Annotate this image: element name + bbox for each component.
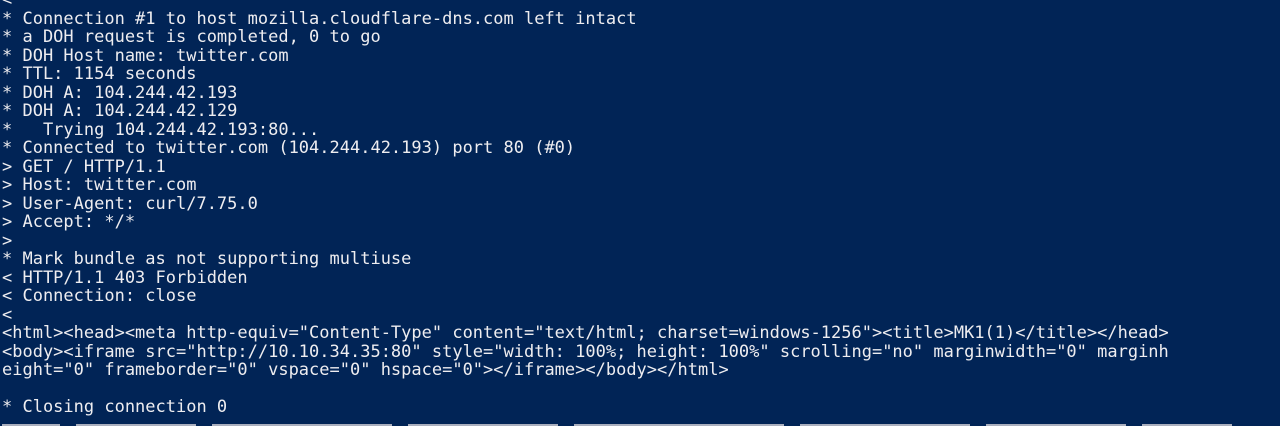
terminal-line: * DOH A: 104.244.42.129 xyxy=(2,102,238,121)
terminal-line: * a DOH request is completed, 0 to go xyxy=(2,28,381,47)
terminal-line: <html><head><meta http-equiv="Content-Ty… xyxy=(2,324,1169,343)
terminal-line: < HTTP/1.1 403 Forbidden xyxy=(2,268,248,287)
terminal-line: <body><iframe src="http://10.10.34.35:80… xyxy=(2,342,1169,361)
terminal-line: > Accept: */* xyxy=(2,213,136,232)
terminal-line: * DOH Host name: twitter.com xyxy=(2,46,289,65)
terminal-line: * Connected to twitter.com (104.244.42.1… xyxy=(2,139,576,158)
terminal-line: > User-Agent: curl/7.75.0 xyxy=(2,194,258,213)
terminal-line: eight="0" frameborder="0" vspace="0" hsp… xyxy=(2,361,729,380)
terminal-line: * DOH A: 104.244.42.193 xyxy=(2,83,238,102)
terminal-line: < Connection: close xyxy=(2,287,197,306)
terminal-line: * Closing connection 0 xyxy=(2,398,228,417)
terminal-output: < * Connection #1 to host mozilla.cloudf… xyxy=(2,0,1278,417)
terminal-line: * Trying 104.244.42.193:80... xyxy=(2,120,320,139)
terminal-line: > GET / HTTP/1.1 xyxy=(2,157,166,176)
terminal-line: > xyxy=(2,231,13,250)
terminal-line: * Connection #1 to host mozilla.cloudfla… xyxy=(2,9,637,28)
terminal-window[interactable]: < * Connection #1 to host mozilla.cloudf… xyxy=(0,0,1280,426)
terminal-line: > Host: twitter.com xyxy=(2,176,197,195)
cut-off-next-line xyxy=(0,421,1280,426)
terminal-line: < xyxy=(2,305,13,324)
terminal-line: * TTL: 1154 seconds xyxy=(2,65,197,84)
terminal-line: * Mark bundle as not supporting multiuse xyxy=(2,250,412,269)
terminal-line: < xyxy=(2,0,1278,10)
